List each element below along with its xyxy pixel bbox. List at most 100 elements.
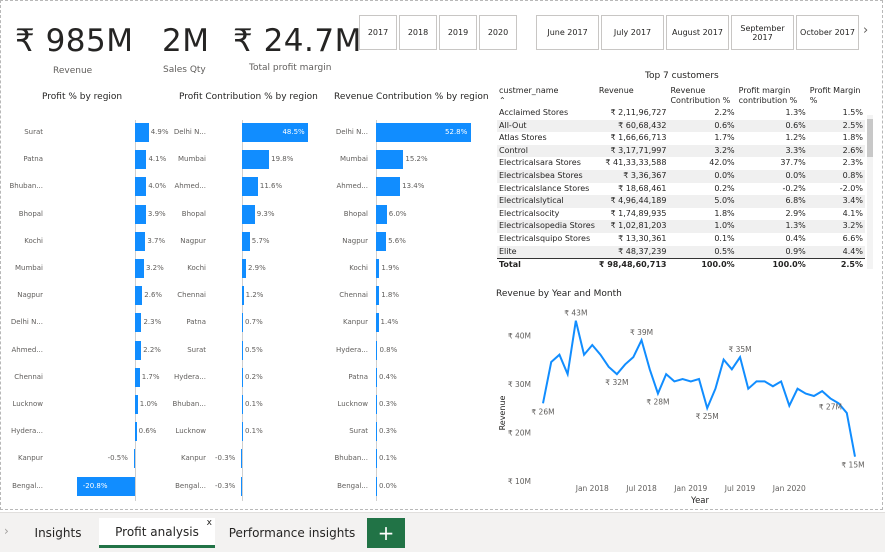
- profit-pct-data-label: 4.1%: [148, 155, 167, 164]
- chevron-right-icon[interactable]: ›: [863, 23, 868, 38]
- numeric-cell: 0.2%: [714, 183, 735, 193]
- profit-pct-bar[interactable]: [135, 340, 142, 360]
- table-row[interactable]: Acclaimed Stores ₹ 2,11,96,727 2.2% 1.3% 1.5…: [497, 107, 865, 120]
- revenue-contrib-bar[interactable]: [376, 231, 387, 251]
- profit-pct-bar[interactable]: [135, 395, 138, 414]
- numeric-cell: 42.0%: [709, 158, 735, 168]
- month-slicer-sep-2017[interactable]: September 2017: [731, 15, 794, 50]
- table-scrollbar-thumb[interactable]: [867, 119, 873, 157]
- profit-contrib-bar[interactable]: [242, 313, 243, 333]
- col-header-revenue[interactable]: Revenue: [597, 85, 669, 107]
- tab-insights[interactable]: Insights: [18, 518, 98, 548]
- numeric-cell: 37.7%: [780, 158, 806, 168]
- numeric-cell: 1.3%: [736, 220, 808, 233]
- profit-contrib-category-label: Lucknow: [175, 427, 206, 436]
- table-total-row: Total ₹ 98,48,60,713 100.0% 100.0% 2.5%: [497, 258, 865, 272]
- table-row[interactable]: Electricalsopedia Stores ₹ 1,02,81,203 1.0…: [497, 220, 865, 233]
- year-slicer-2020[interactable]: 2020: [479, 15, 517, 50]
- profit-pct-bar[interactable]: [133, 449, 135, 469]
- revenue-series-line[interactable]: [542, 320, 856, 457]
- profit-pct-bar[interactable]: [135, 313, 142, 333]
- col-header-profit-margin-contrib[interactable]: Profit margin contribution %: [737, 85, 808, 107]
- x-tick-label: Jan 2018: [575, 484, 609, 493]
- revenue-contrib-bar[interactable]: [376, 259, 380, 278]
- revenue-contrib-bar[interactable]: [376, 340, 378, 360]
- table-row[interactable]: Electricalslytical ₹ 4,96,44,189 5.0% 6.8% 3…: [497, 195, 865, 208]
- year-slicer-2018[interactable]: 2018: [399, 15, 437, 50]
- profit-pct-bar[interactable]: [135, 123, 149, 142]
- month-slicer-jul-2017[interactable]: July 2017: [601, 15, 664, 50]
- table-row[interactable]: Electricalsocity ₹ 1,74,89,935 1.8% 2.9% 4.1…: [497, 208, 865, 221]
- profit-contrib-category-label: Surat: [187, 345, 206, 354]
- profit-pct-bar[interactable]: [135, 150, 147, 170]
- profit-pct-category-label: Ahmed...: [11, 345, 43, 354]
- table-row[interactable]: Electricalslance Stores ₹ 18,68,461 0.2% -0…: [497, 183, 865, 196]
- profit-contrib-bar[interactable]: [242, 231, 250, 251]
- revenue-contrib-bar[interactable]: [376, 476, 377, 496]
- add-page-button[interactable]: +: [367, 518, 405, 548]
- month-slicer-aug-2017[interactable]: August 2017: [666, 15, 729, 50]
- table-row[interactable]: Electricalsara Stores ₹ 41,33,33,588 42.0%…: [497, 157, 865, 170]
- year-slicer-2019[interactable]: 2019: [439, 15, 477, 50]
- profit-pct-bar[interactable]: [135, 367, 140, 387]
- profit-pct-bar[interactable]: [135, 259, 144, 278]
- table-row[interactable]: All-Out ₹ 60,68,432 0.6% 0.6% 2.5%: [497, 119, 865, 133]
- revenue-contrib-data-label: 0.3%: [379, 400, 397, 408]
- tab-scroll-left-icon[interactable]: ›: [4, 524, 9, 538]
- total-cell: 100.0%: [668, 258, 737, 272]
- revenue-contrib-bar[interactable]: [376, 150, 404, 170]
- profit-contrib-bar[interactable]: [242, 177, 258, 197]
- profit-contrib-bar[interactable]: [242, 367, 243, 387]
- profit-pct-bar[interactable]: [135, 422, 137, 442]
- close-icon[interactable]: x: [207, 518, 212, 528]
- table-row[interactable]: Elite ₹ 48,37,239 0.5% 0.9% 4.4%: [497, 245, 865, 259]
- profit-contrib-data-label: -0.3%: [215, 481, 236, 490]
- revenue-contrib-bar[interactable]: [376, 286, 380, 306]
- month-slicer-jun-2017[interactable]: June 2017: [536, 15, 599, 50]
- profit-contrib-bar[interactable]: [242, 286, 244, 306]
- revenue-contrib-bar[interactable]: [376, 177, 401, 197]
- customer-name-cell: Electricalsocity: [499, 208, 560, 218]
- table-row[interactable]: Electricalsquipo Stores ₹ 13,30,361 0.1% 0.…: [497, 233, 865, 246]
- revenue-contrib-bar[interactable]: [376, 449, 377, 469]
- col-header-revenue-contrib[interactable]: Revenue Contribution %: [668, 85, 736, 107]
- numeric-cell: 0.0%: [668, 169, 737, 183]
- profit-contrib-bar[interactable]: [242, 395, 243, 414]
- tab-performance-insights[interactable]: Performance insights: [222, 518, 362, 548]
- revenue-contrib-bar[interactable]: [376, 422, 377, 442]
- revenue-contrib-bar[interactable]: [376, 204, 387, 224]
- table-row[interactable]: Atlas Stores ₹ 1,66,66,713 1.7% 1.2% 1.8%: [497, 132, 865, 145]
- data-label: ₹ 27M: [819, 402, 842, 411]
- year-slicer-2017[interactable]: 2017: [359, 15, 397, 50]
- sort-ascending-icon[interactable]: ⌃: [499, 96, 506, 105]
- revenue-contrib-bar[interactable]: [376, 395, 377, 414]
- table-row[interactable]: Electricalsbea Stores ₹ 3,36,367 0.0% 0.0% 0…: [497, 169, 865, 183]
- col-header-customer[interactable]: custmer_name ⌃: [497, 85, 597, 107]
- profit-contrib-bar[interactable]: [242, 204, 255, 224]
- profit-contrib-bar[interactable]: [241, 449, 242, 469]
- tab-profit-analysis[interactable]: Profit analysis x: [99, 518, 215, 548]
- y-tick-label: ₹ 30M: [508, 380, 531, 389]
- month-slicer-oct-2017[interactable]: October 2017: [796, 15, 859, 50]
- y-tick-label: ₹ 10M: [508, 477, 531, 486]
- revenue-contrib-bar[interactable]: [376, 313, 379, 333]
- profit-pct-bar[interactable]: [135, 231, 146, 251]
- profit-contrib-bar[interactable]: [242, 340, 243, 360]
- profit-contrib-bar[interactable]: [241, 476, 242, 496]
- col-header-profit-margin[interactable]: Profit Margin %: [808, 85, 865, 107]
- data-label: ₹ 32M: [605, 378, 628, 387]
- profit-pct-bar[interactable]: [135, 177, 147, 197]
- profit-pct-data-label: -20.8%: [82, 481, 108, 490]
- profit-contrib-data-label: 19.8%: [271, 155, 294, 164]
- profit-contrib-bar[interactable]: [242, 259, 246, 278]
- profit-pct-bar[interactable]: [135, 286, 143, 306]
- table-row[interactable]: Control ₹ 3,17,71,997 3.2% 3.3% 2.6%: [497, 144, 865, 158]
- profit-contrib-data-label: 1.2%: [245, 291, 264, 300]
- profit-pct-bar[interactable]: [135, 204, 146, 224]
- profit-contrib-bar[interactable]: [242, 422, 243, 442]
- revenue-line-chart: ₹ 40M ₹ 30M ₹ 20M ₹ 10M Jan 2018 Jul 2018 Jan …: [498, 309, 865, 506]
- profit-contrib-bar[interactable]: [242, 150, 270, 170]
- y-axis-title: Revenue: [498, 396, 507, 431]
- revenue-contrib-category-label: Lucknow: [337, 400, 368, 408]
- revenue-contrib-bar[interactable]: [376, 367, 377, 387]
